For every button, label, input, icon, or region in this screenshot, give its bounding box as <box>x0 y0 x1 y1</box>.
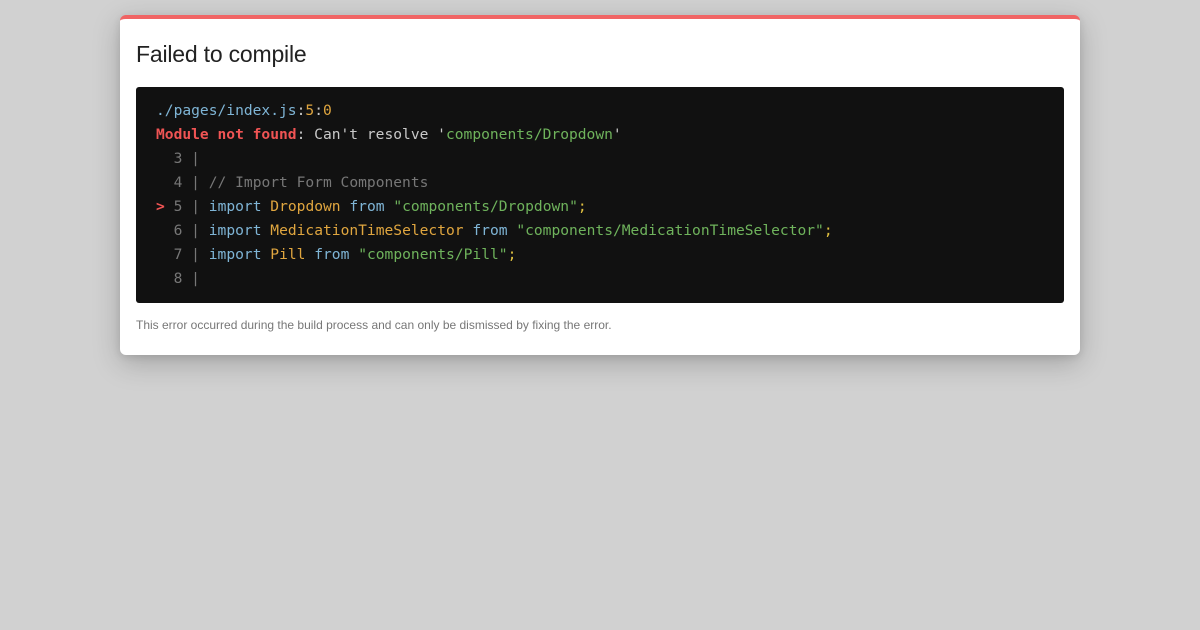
line-number: 5 <box>173 198 183 215</box>
code-line: 7 | import Pill from "components/Pill"; <box>173 246 517 263</box>
code-comment: // Import Form Components <box>208 174 429 191</box>
error-message: Module not found: Can't resolve 'compone… <box>156 126 622 143</box>
line-number: 7 <box>173 246 183 263</box>
code-line: 3 | <box>173 150 200 167</box>
error-file-path: ./pages/index.js <box>156 102 297 119</box>
line-number: 4 <box>173 174 183 191</box>
import-source: "components/Dropdown" <box>393 198 578 215</box>
build-error-dialog: Failed to compile ./pages/index.js:5:0 Mo… <box>120 15 1080 355</box>
line-number: 6 <box>173 222 183 239</box>
import-name: MedicationTimeSelector <box>270 222 464 239</box>
line-number: 8 <box>173 270 183 287</box>
dialog-footer-note: This error occurred during the build pro… <box>136 318 612 332</box>
import-name: Dropdown <box>270 198 341 215</box>
error-type: Module not found <box>156 126 297 143</box>
code-line: 4 | // Import Form Components <box>173 174 429 191</box>
dialog-title: Failed to compile <box>136 41 307 67</box>
import-source: "components/MedicationTimeSelector" <box>516 222 824 239</box>
error-line-number: 5 <box>305 102 315 119</box>
import-name: Pill <box>270 246 306 263</box>
error-module-name: components/Dropdown <box>445 126 613 143</box>
error-line-marker: > <box>156 198 165 215</box>
error-code-block: ./pages/index.js:5:0 Module not found: Ca… <box>136 87 1064 303</box>
line-number: 3 <box>173 150 183 167</box>
import-source: "components/Pill" <box>358 246 508 263</box>
code-line: 8 | <box>173 270 200 287</box>
error-column-number: 0 <box>322 102 332 119</box>
code-line-highlighted: > 5 | import Dropdown from "components/D… <box>156 198 587 215</box>
code-line: 6 | import MedicationTimeSelector from "… <box>173 222 833 239</box>
error-overlay: Failed to compile ./pages/index.js:5:0 Mo… <box>0 0 1200 630</box>
error-location: ./pages/index.js:5:0 <box>156 102 332 119</box>
